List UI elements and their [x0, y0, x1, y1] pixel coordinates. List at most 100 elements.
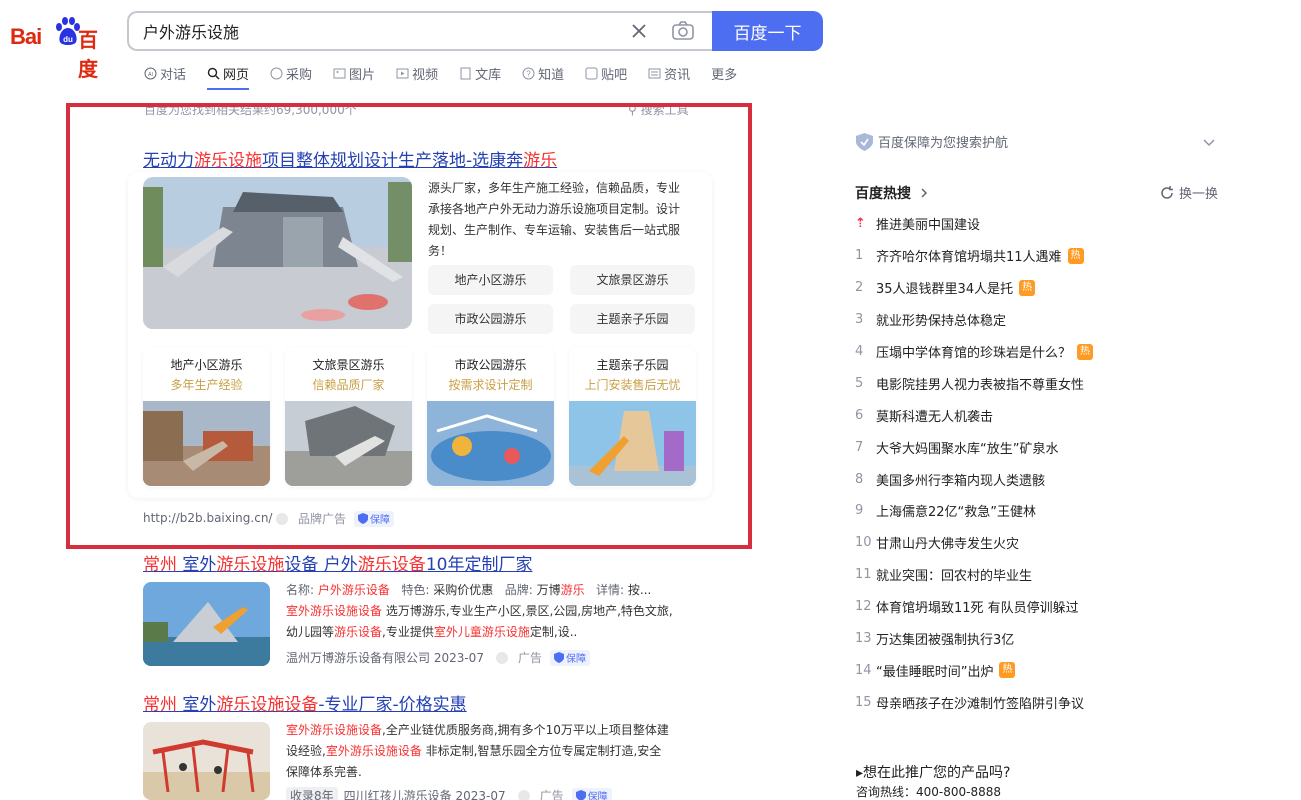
result-title-link[interactable]: 常州 室外游乐设施设备 户外游乐设备10年定制厂家	[143, 550, 532, 575]
tab-label: 更多	[711, 67, 738, 83]
ai-chat-icon: AI	[144, 67, 157, 79]
tab-web[interactable]: 网页	[207, 62, 250, 90]
field-value: 万博	[536, 583, 561, 597]
ad-sub-card[interactable]: 主题亲子乐园 上门安装售后无忧	[569, 347, 696, 487]
hot-search-text: 母亲晒孩子在沙滩制竹签陷阱引争议	[876, 696, 1085, 712]
baidu-logo[interactable]: Bai du 百度	[10, 14, 115, 81]
hot-search-item[interactable]: 11 就业突围：回农村的毕业生	[855, 559, 1235, 591]
tab-library[interactable]: 文库	[459, 62, 501, 84]
filter-icon: ⚲	[628, 103, 641, 117]
tab-chat[interactable]: AI 对话	[144, 62, 186, 84]
hot-search-item[interactable]: 3 就业形势保持总体稳定	[855, 304, 1235, 336]
hot-rank: 13	[855, 631, 872, 647]
title-keyword: 游乐设备	[357, 555, 426, 575]
title-part: 室外	[177, 555, 217, 575]
ad-chip[interactable]: 市政公园游乐	[428, 304, 553, 334]
guarantee-badge[interactable]: 保障	[571, 787, 612, 800]
ad-chip[interactable]: 地产小区游乐	[428, 265, 553, 295]
source-text[interactable]: 温州万博游乐设备有限公司 2023-07	[286, 649, 484, 666]
hot-rank: 15	[855, 694, 872, 710]
ad-meta: 品牌广告 保障	[276, 510, 395, 527]
svg-text:?: ?	[526, 69, 531, 78]
hot-search-text: 35人退钱群里34人是托	[876, 282, 1014, 298]
promo-title[interactable]: ▸想在此推广您的产品吗?	[856, 762, 1010, 782]
hot-rank: 12	[855, 599, 872, 615]
ad-sub-card[interactable]: 地产小区游乐 多年生产经验	[143, 347, 270, 487]
library-icon	[460, 67, 471, 79]
shield-icon	[575, 790, 586, 800]
hot-rank: 9	[855, 503, 864, 519]
guarantee-badge[interactable]: 保障	[354, 510, 395, 527]
tab-news[interactable]: 资讯	[648, 62, 690, 84]
hot-search-text: 齐齐哈尔体育馆坍塌共11人遇难	[876, 250, 1062, 266]
badge-label: 保障	[370, 515, 391, 526]
search-tools-label: 搜索工具	[640, 103, 689, 117]
ad-main-image[interactable]	[143, 177, 412, 329]
field-label: 详情:	[596, 583, 625, 597]
camera-icon[interactable]	[671, 20, 695, 42]
field-label: 特色:	[401, 583, 430, 597]
logo-text-bai: Bai	[10, 24, 42, 49]
hot-search-item[interactable]: 1 齐齐哈尔体育馆坍塌共11人遇难热	[855, 240, 1235, 272]
ad-sub-card[interactable]: 市政公园游乐 按需求设计定制	[427, 347, 554, 487]
badge-label: 保障	[565, 654, 586, 665]
ad-chip[interactable]: 文旅景区游乐	[570, 265, 695, 295]
ad-sub-card[interactable]: 文旅景区游乐 信赖品质厂家	[285, 347, 412, 487]
search-button[interactable]: 百度一下	[712, 11, 823, 51]
tab-more[interactable]: 更多	[711, 62, 737, 84]
result-description: 名称: 户外游乐设备 特色: 采购价优惠 品牌: 万博游乐 详情: 按... 室…	[286, 580, 698, 643]
tab-purchase[interactable]: 采购	[270, 62, 312, 84]
tab-tieba[interactable]: 贴吧	[585, 62, 627, 84]
sub-card-subtitle: 按需求设计定制	[448, 378, 533, 392]
hot-search-item[interactable]: 8 美国多州行李箱内现人类遗骸	[855, 463, 1235, 495]
search-box	[127, 11, 715, 51]
hot-search-item[interactable]: 7 大爷大妈围聚水库“放生”矿泉水	[855, 431, 1235, 463]
hot-search-item[interactable]: 15 母亲晒孩子在沙滩制竹签陷阱引争议	[855, 686, 1235, 718]
ad-chip[interactable]: 主题亲子乐园	[570, 304, 695, 334]
tab-label: 视频	[412, 67, 439, 83]
chevron-down-icon[interactable]	[1201, 134, 1217, 150]
hot-title-text: 百度热搜	[855, 186, 911, 202]
tab-zhidao[interactable]: ? 知道	[522, 62, 564, 84]
title-part: 室外	[177, 695, 217, 715]
hot-rank: 5	[855, 375, 864, 391]
result-image[interactable]	[143, 582, 270, 666]
hot-search-item[interactable]: 14 “最佳睡眠时间”出炉热	[855, 654, 1235, 686]
tab-video[interactable]: 视频	[396, 62, 438, 84]
hot-search-text: 上海儒意22亿“救急”王健林	[876, 505, 1037, 521]
ad-title-link[interactable]: 无动力游乐设施项目整体规划设计生产落地-选康奔游乐	[143, 146, 557, 171]
tab-label: 知道	[538, 67, 565, 83]
hot-search-item[interactable]: 9 上海儒意22亿“救急”王健林	[855, 495, 1235, 527]
hot-search-title[interactable]: 百度热搜	[855, 183, 931, 203]
hot-search-item[interactable]: ⇡ 推进美丽中国建设	[855, 208, 1235, 240]
hot-search-item[interactable]: 6 莫斯科遭无人机袭击	[855, 399, 1235, 431]
tab-image[interactable]: 图片	[333, 62, 375, 84]
search-input[interactable]	[143, 13, 623, 49]
result-image[interactable]	[143, 722, 270, 800]
hot-search-item[interactable]: 4 压塌中学体育馆的珍珠岩是什么？ 热	[855, 336, 1235, 368]
refresh-button[interactable]: 换一换	[1160, 183, 1218, 202]
title-part: -专业厂家-价格实惠	[318, 695, 467, 715]
sub-card-title: 市政公园游乐	[454, 358, 527, 372]
hot-search-item[interactable]: 5 电影院挂男人视力表被指不尊重女性	[855, 367, 1235, 399]
hot-search-item[interactable]: 2 35人退钱群里34人是托热	[855, 272, 1235, 304]
search-guard[interactable]: 百度保障为您搜索护航	[856, 132, 1008, 151]
source-text[interactable]: 四川红孩儿游乐设备 2023-07	[344, 787, 506, 800]
tieba-icon	[585, 67, 598, 79]
ad-url[interactable]: http://b2b.baixing.cn/	[143, 511, 272, 525]
guarantee-badge[interactable]: 保障	[549, 649, 590, 666]
text: ,全产业链优质服务商,拥有多个10万平以上项目整体建	[382, 723, 669, 737]
title-part: 无动力	[143, 151, 194, 171]
ad-info-icon	[276, 512, 288, 525]
result-title-link[interactable]: 常州 室外游乐设施设备-专业厂家-价格实惠	[143, 690, 467, 715]
hot-search-item[interactable]: 13 万达集团被强制执行3亿	[855, 623, 1235, 655]
hot-search-text: 甘肃山丹大佛寺发生火灾	[876, 537, 1020, 553]
text: 选万博游乐,专业生产小区,景区,公园,房地产,特色文旅,	[382, 604, 673, 618]
hot-search-item[interactable]: 10 甘肃山丹大佛寺发生火灾	[855, 527, 1235, 559]
keyword: 室外游乐设施设备	[286, 604, 383, 618]
clear-icon[interactable]	[629, 21, 649, 41]
keyword: 室外游乐设施设备	[286, 723, 383, 737]
search-tools-link[interactable]: ⚲ 搜索工具	[628, 101, 689, 118]
tab-label: 资讯	[664, 67, 691, 83]
hot-search-item[interactable]: 12 体育馆坍塌致11死 有队员停训躲过	[855, 591, 1235, 623]
